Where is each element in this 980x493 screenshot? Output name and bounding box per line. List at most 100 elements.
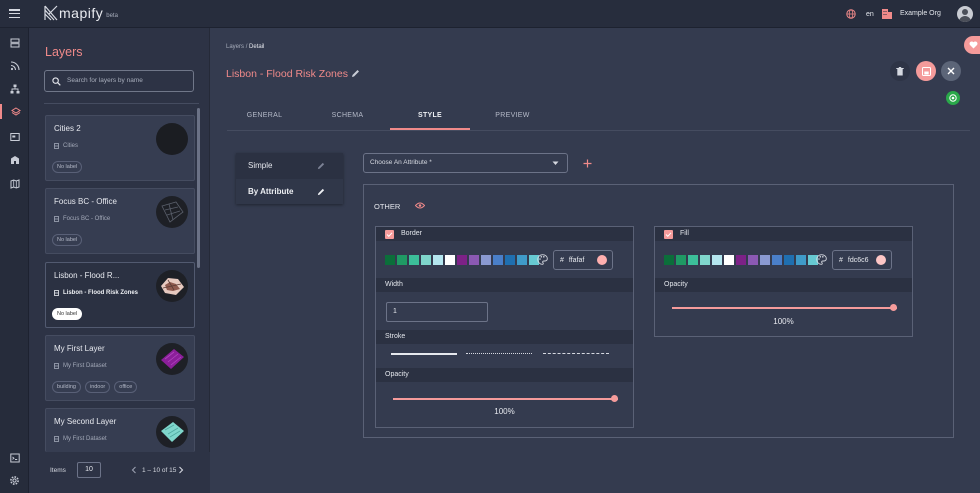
mode-by-attribute[interactable]: By Attribute [236,179,343,204]
color-swatch[interactable] [433,255,443,265]
color-swatch[interactable] [688,255,698,265]
color-swatch[interactable] [493,255,503,265]
dataset-icon [54,436,59,442]
tab-schema[interactable]: SCHEMA [310,112,385,130]
nav-settings-icon[interactable] [7,473,22,488]
fill-opacity-value: 100% [773,317,794,326]
stroke-dotted-option[interactable] [466,353,532,354]
group-label: OTHER [374,202,401,211]
nav-datasets-icon[interactable] [7,35,22,50]
color-swatch[interactable] [409,255,419,265]
close-icon [947,67,955,75]
feedback-button[interactable] [964,36,980,54]
status-button[interactable] [946,91,960,105]
border-width-input[interactable]: 1 [386,302,488,322]
palette-icon[interactable] [816,254,827,265]
palette-icon[interactable] [537,254,548,265]
hash-icon: # [560,256,564,264]
layer-card[interactable]: My First Layer My First Dataset building… [45,335,195,401]
language-selector[interactable]: en [846,9,874,19]
color-swatch[interactable] [481,255,491,265]
layer-dataset: My First Dataset [54,363,107,369]
edit-title-icon[interactable] [351,69,360,78]
color-swatch[interactable] [748,255,758,265]
app-logo[interactable]: mapify beta [44,5,118,21]
border-opacity-header: Opacity [376,368,633,382]
layer-card[interactable]: My Second Layer My First Dataset [45,408,195,452]
layer-tag: No label [52,234,83,246]
nav-hierarchy-icon[interactable] [7,81,22,96]
panel-scrollbar[interactable] [197,108,200,268]
org-selector[interactable]: Example Org [882,8,941,19]
color-swatch[interactable] [421,255,431,265]
tab-style[interactable]: STYLE [390,112,470,130]
border-swatches [385,255,539,265]
nav-console-icon[interactable] [7,450,22,465]
heart-icon [969,41,978,49]
hash-icon: # [839,256,843,264]
layer-card-selected[interactable]: Lisbon - Flood R... Lisbon - Flood Risk … [45,262,195,328]
panel-title: Layers [45,45,83,59]
layer-card[interactable]: Focus BC - Office Focus BC - Office No l… [45,188,195,254]
layer-tag: office [114,381,138,393]
delete-button[interactable] [890,61,910,81]
close-button[interactable] [941,61,961,81]
color-swatch[interactable] [724,255,734,265]
attribute-select[interactable]: Choose An Attribute * [363,153,568,173]
add-attribute-icon[interactable] [583,159,592,168]
color-swatch[interactable] [700,255,710,265]
layer-name: Cities 2 [54,124,81,133]
nav-locations-icon[interactable] [7,152,22,167]
trash-icon [896,66,904,75]
color-swatch[interactable] [517,255,527,265]
color-swatch[interactable] [445,255,455,265]
color-swatch[interactable] [676,255,686,265]
color-swatch[interactable] [397,255,407,265]
color-swatch[interactable] [505,255,515,265]
color-swatch[interactable] [469,255,479,265]
border-opacity-slider[interactable] [393,395,618,402]
user-avatar[interactable] [957,6,973,22]
border-hex-input[interactable]: # ffafaf [553,250,613,270]
globe-icon [846,9,856,19]
layer-card[interactable]: Cities 2 Cities No label [45,115,195,181]
color-swatch[interactable] [712,255,722,265]
tab-general[interactable]: GENERAL [227,112,302,130]
next-page-icon[interactable] [178,466,184,474]
color-swatch[interactable] [385,255,395,265]
color-swatch[interactable] [772,255,782,265]
color-swatch[interactable] [664,255,674,265]
nav-maps-icon[interactable] [7,176,22,191]
color-swatch[interactable] [736,255,746,265]
stroke-solid-option[interactable] [391,353,457,355]
color-swatch[interactable] [784,255,794,265]
mode-simple[interactable]: Simple [236,153,343,178]
border-checkbox[interactable] [385,229,394,239]
fill-hex-input[interactable]: # fdc6c6 [832,250,892,270]
fill-checkbox[interactable] [664,229,673,239]
color-swatch[interactable] [760,255,770,265]
layer-name: Lisbon - Flood R... [54,271,120,280]
nav-dashboards-icon[interactable] [7,129,22,144]
page-size-select[interactable]: 10 [77,462,101,478]
color-swatch[interactable] [796,255,806,265]
layer-tag: building [52,381,81,393]
breadcrumb-root[interactable]: Layers [226,44,244,50]
border-color-preview[interactable] [597,255,607,265]
border-label: Border [401,230,423,237]
stroke-dashed-option[interactable] [543,353,609,354]
tab-preview[interactable]: PREVIEW [475,112,550,130]
nav-layers-icon[interactable] [0,104,29,119]
save-button[interactable] [916,61,936,81]
breadcrumb: Layers / Detail [226,44,264,50]
width-header: Width [376,278,633,292]
nav-rail [0,28,29,493]
menu-icon[interactable] [9,9,20,19]
fill-color-preview[interactable] [876,255,886,265]
prev-page-icon[interactable] [131,466,137,474]
eye-icon[interactable] [415,202,425,209]
fill-opacity-slider[interactable] [672,304,897,311]
nav-feeds-icon[interactable] [7,58,22,73]
color-swatch[interactable] [457,255,467,265]
search-input[interactable]: Search for layers by name [44,70,194,92]
